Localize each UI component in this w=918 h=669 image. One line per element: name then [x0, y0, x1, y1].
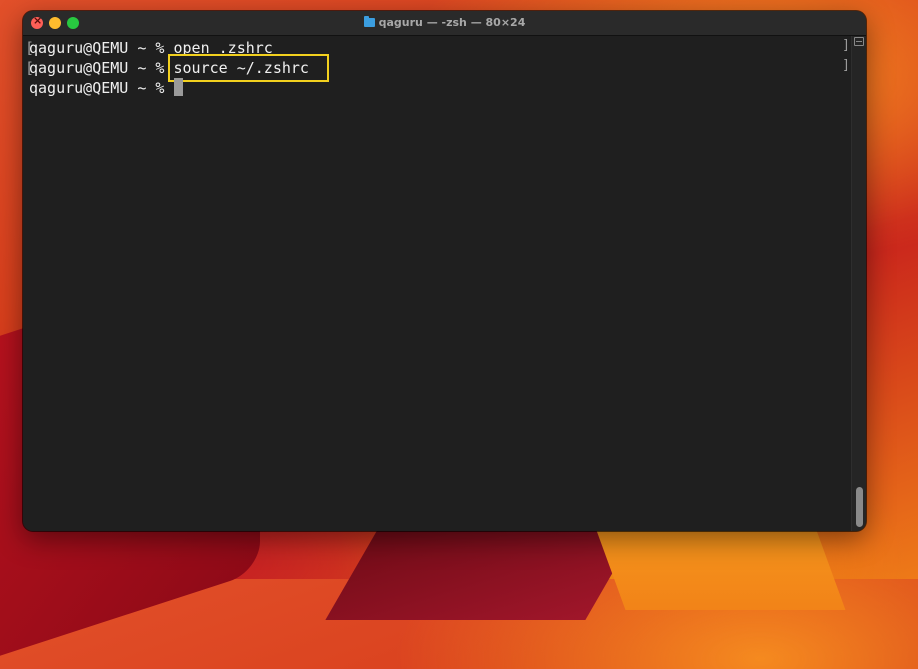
line-marker-right: ]: [842, 38, 850, 53]
terminal-line[interactable]: qaguru@QEMU ~ %: [29, 78, 852, 98]
split-pane-icon[interactable]: [854, 37, 864, 46]
window-title: qaguru — -zsh — 80×24: [378, 16, 526, 29]
terminal-line: [qaguru@QEMU ~ % open .zshrc: [25, 38, 852, 58]
line-marker: [: [25, 39, 35, 57]
line-marker-right: ]: [842, 58, 850, 73]
line-marker: [: [25, 59, 35, 77]
scrollbar[interactable]: [851, 36, 866, 531]
folder-icon: [363, 16, 375, 27]
prompt: qaguru@QEMU ~ %: [29, 79, 174, 97]
scrollbar-thumb[interactable]: [856, 487, 863, 527]
terminal-output[interactable]: [qaguru@QEMU ~ % open .zshrc [qaguru@QEM…: [23, 36, 852, 531]
window-title-group: qaguru — -zsh — 80×24: [23, 16, 866, 29]
prompt: qaguru@QEMU ~ %: [29, 59, 174, 77]
title-bar[interactable]: qaguru — -zsh — 80×24: [23, 11, 866, 36]
terminal-window[interactable]: qaguru — -zsh — 80×24 [qaguru@QEMU ~ % o…: [23, 11, 866, 531]
text-cursor: [173, 78, 183, 96]
prompt: qaguru@QEMU ~ %: [29, 39, 174, 57]
terminal-line: [qaguru@QEMU ~ % source ~/.zshrc: [25, 54, 852, 82]
